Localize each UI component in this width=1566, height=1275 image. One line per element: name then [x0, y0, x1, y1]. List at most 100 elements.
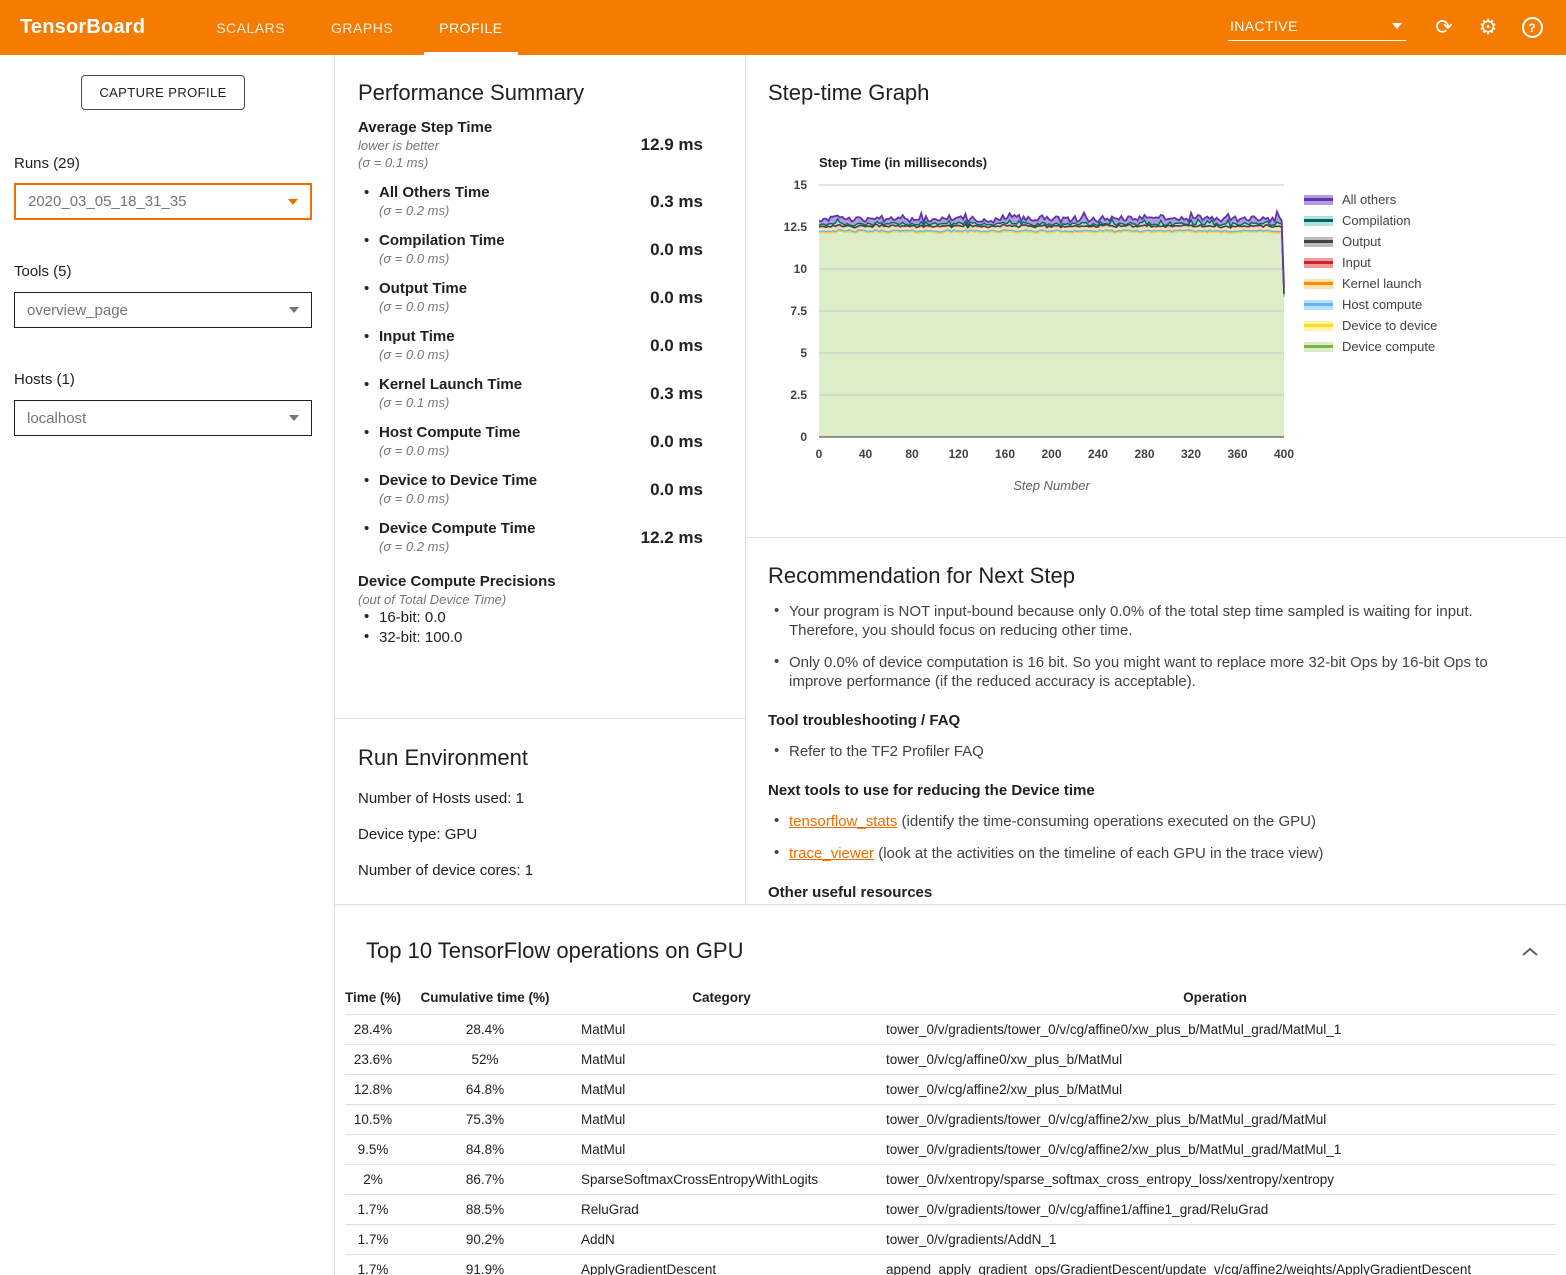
metric-note: lower is better	[358, 137, 492, 154]
average-step-time: Average Step Time lower is better (σ = 0…	[358, 119, 703, 171]
ops-table-row: 12.8%64.8%MatMultower_0/v/cg/affine2/xw_…	[345, 1075, 1556, 1105]
question-mark-icon: ?	[1522, 17, 1543, 38]
legend-swatch	[1304, 342, 1333, 352]
x-axis-tick: 360	[1227, 447, 1247, 461]
perf-summary-item: •Device to Device Time(σ = 0.0 ms)0.0 ms	[358, 472, 703, 507]
top-navbar: TensorBoard SCALARS GRAPHS PROFILE INACT…	[0, 0, 1566, 55]
status-dropdown-value: INACTIVE	[1230, 18, 1298, 34]
metric-value: 0.0 ms	[650, 480, 703, 500]
ops-table-cell: 64.8%	[401, 1075, 569, 1105]
chevron-down-icon	[289, 307, 299, 313]
y-axis-tick: 15	[794, 178, 808, 192]
faq-heading: Tool troubleshooting / FAQ	[768, 712, 1526, 729]
x-axis-tick: 160	[995, 447, 1015, 461]
precision-item: •32-bit: 100.0	[358, 628, 722, 648]
ops-table-cell: tower_0/v/gradients/tower_0/v/cg/affine2…	[874, 1105, 1556, 1135]
runs-dropdown[interactable]: 2020_03_05_18_31_35	[14, 183, 312, 220]
chart-legend: All othersCompilationOutputInputKernel l…	[1304, 189, 1437, 357]
tab-graphs[interactable]: GRAPHS	[308, 0, 416, 55]
y-axis-tick: 2.5	[790, 388, 807, 402]
metric-label: Average Step Time	[358, 119, 492, 137]
ops-table-cell: tower_0/v/gradients/AddN_1	[874, 1225, 1556, 1255]
legend-item: Host compute	[1304, 294, 1437, 315]
bullet-icon: •	[364, 608, 379, 628]
ops-table-cell: SparseSoftmaxCrossEntropyWithLogits	[569, 1165, 874, 1195]
perf-summary-item: •Output Time(σ = 0.0 ms)0.0 ms	[358, 280, 703, 315]
tools-dropdown[interactable]: overview_page	[14, 292, 312, 328]
ops-table-cell: MatMul	[569, 1135, 874, 1165]
top-ops-title: Top 10 TensorFlow operations on GPU	[366, 938, 1566, 964]
x-axis-tick: 200	[1041, 447, 1061, 461]
device-compute-precisions: Device Compute Precisions (out of Total …	[358, 573, 722, 648]
metric-value: 12.2 ms	[641, 528, 703, 548]
top-ops-card: Top 10 TensorFlow operations on GPU Time…	[335, 904, 1566, 1275]
refresh-icon[interactable]: ⟳	[1431, 15, 1457, 41]
tab-scalars[interactable]: SCALARS	[193, 0, 308, 55]
chevron-down-icon	[288, 199, 298, 205]
ops-column-header: Category	[569, 981, 874, 1015]
capture-profile-button[interactable]: CAPTURE PROFILE	[81, 75, 245, 110]
run-env-item: Number of Hosts used: 1	[358, 790, 722, 807]
bullet-icon: •	[364, 424, 379, 459]
ops-table-cell: 91.9%	[401, 1255, 569, 1275]
ops-table-cell: AddN	[569, 1225, 874, 1255]
other-resources-heading: Other useful resources	[768, 884, 1526, 901]
legend-swatch	[1304, 300, 1333, 310]
help-icon[interactable]: ?	[1519, 15, 1545, 41]
precisions-title: Device Compute Precisions	[358, 573, 722, 591]
x-axis-tick: 240	[1088, 447, 1108, 461]
hosts-dropdown[interactable]: localhost	[14, 400, 312, 436]
ops-table-row: 10.5%75.3%MatMultower_0/v/gradients/towe…	[345, 1105, 1556, 1135]
x-axis-tick: 80	[905, 447, 919, 461]
x-axis-tick: 320	[1181, 447, 1201, 461]
run-env-item: Device type: GPU	[358, 826, 722, 843]
bullet-icon: •	[364, 628, 379, 648]
metric-sigma: (σ = 0.2 ms)	[379, 538, 535, 555]
ops-table-cell: 86.7%	[401, 1165, 569, 1195]
metric-value: 0.0 ms	[650, 240, 703, 260]
legend-label: Compilation	[1342, 213, 1411, 228]
recommendation-title: Recommendation for Next Step	[768, 563, 1526, 589]
bullet-icon: •	[364, 184, 379, 219]
tensorflow_stats-link[interactable]: tensorflow_stats	[789, 813, 897, 830]
metric-label: Device Compute Time	[379, 520, 535, 538]
ops-table-row: 1.7%88.5%ReluGradtower_0/v/gradients/tow…	[345, 1195, 1556, 1225]
ops-table-cell: 1.7%	[345, 1195, 401, 1225]
bullet-icon: •	[364, 280, 379, 315]
trace_viewer-link[interactable]: trace_viewer	[789, 845, 874, 862]
collapse-chevron-up-icon[interactable]	[1520, 945, 1540, 961]
gear-icon[interactable]: ⚙	[1475, 15, 1501, 41]
legend-item: Input	[1304, 252, 1437, 273]
ops-table-cell: 1.7%	[345, 1255, 401, 1275]
ops-table-cell: tower_0/v/gradients/tower_0/v/cg/affine2…	[874, 1135, 1556, 1165]
metric-sigma: (σ = 0.1 ms)	[358, 154, 492, 171]
next-tool-item: •trace_viewer (look at the activities on…	[768, 844, 1526, 863]
legend-item: Device to device	[1304, 315, 1437, 336]
run-env-item: Number of device cores: 1	[358, 862, 722, 879]
ops-table-cell: 23.6%	[345, 1045, 401, 1075]
ops-column-header: Operation	[874, 981, 1556, 1015]
metric-label: Output Time	[379, 280, 467, 298]
ops-table-row: 9.5%84.8%MatMultower_0/v/gradients/tower…	[345, 1135, 1556, 1165]
precision-item: •16-bit: 0.0	[358, 608, 722, 628]
metric-sigma: (σ = 0.2 ms)	[379, 202, 490, 219]
tab-profile[interactable]: PROFILE	[416, 0, 525, 55]
tensorboard-profile-page: TensorBoard SCALARS GRAPHS PROFILE INACT…	[0, 0, 1566, 1275]
ops-table-cell: 28.4%	[401, 1015, 569, 1045]
metric-label: Host Compute Time	[379, 424, 520, 442]
ops-table-row: 2%86.7%SparseSoftmaxCrossEntropyWithLogi…	[345, 1165, 1556, 1195]
ops-table-cell: tower_0/v/xentropy/sparse_softmax_cross_…	[874, 1165, 1556, 1195]
top-ops-table: Time (%)Cumulative time (%)CategoryOpera…	[345, 981, 1556, 1275]
precisions-note: (out of Total Device Time)	[358, 591, 722, 608]
x-axis-tick: 40	[859, 447, 873, 461]
ops-table-cell: 2%	[345, 1165, 401, 1195]
status-dropdown[interactable]: INACTIVE	[1228, 15, 1406, 41]
ops-table-cell: 12.8%	[345, 1075, 401, 1105]
legend-swatch	[1304, 258, 1333, 268]
ops-table-cell: tower_0/v/cg/affine2/xw_plus_b/MatMul	[874, 1075, 1556, 1105]
bullet-icon: •	[774, 602, 789, 640]
legend-label: Device to device	[1342, 318, 1437, 333]
bullet-icon: •	[364, 232, 379, 267]
x-axis-tick: 400	[1274, 447, 1294, 461]
step-time-graph-card: Step-time Graph 02.557.51012.51504080120…	[746, 55, 1566, 904]
